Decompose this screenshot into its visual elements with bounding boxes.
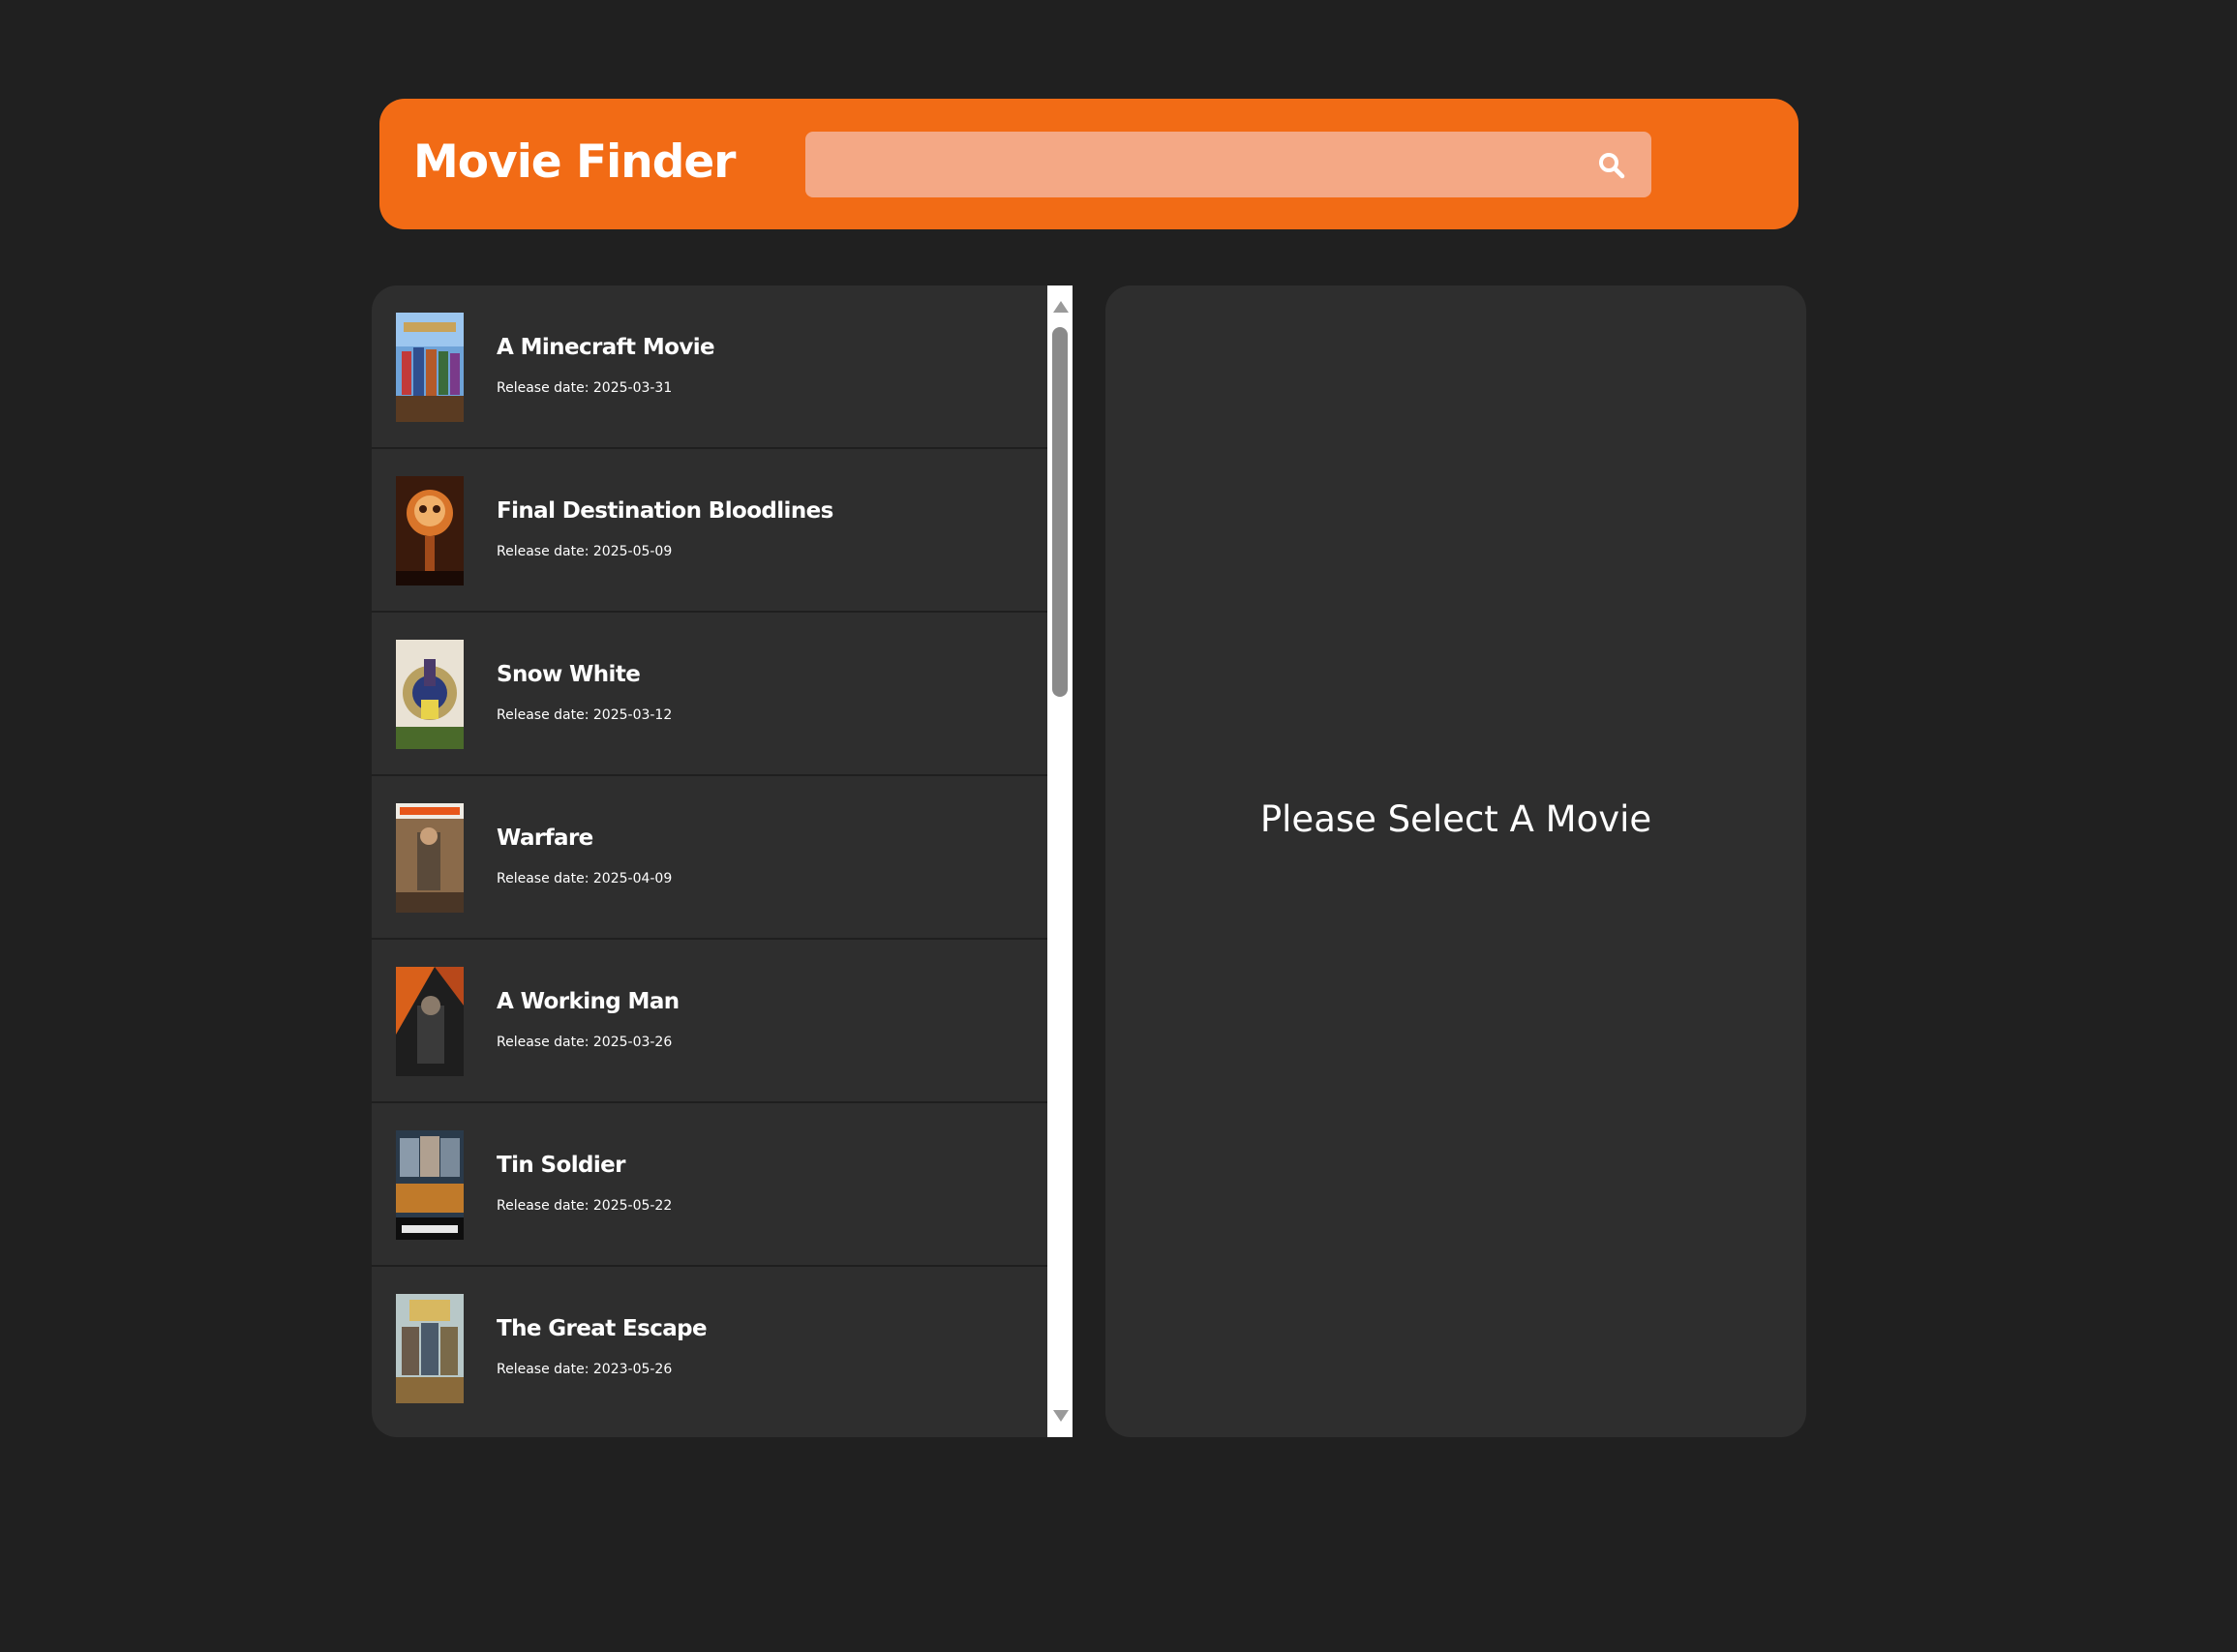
search-input[interactable] (805, 132, 1570, 197)
movie-item[interactable]: Warfare Release date: 2025-04-09 (372, 776, 1047, 940)
movie-title: Snow White (497, 662, 641, 687)
movie-poster (396, 1294, 464, 1403)
movie-poster (396, 476, 464, 586)
scrollbar-thumb[interactable] (1052, 327, 1068, 697)
movie-poster (396, 803, 464, 913)
search-box[interactable] (805, 132, 1651, 197)
movie-list-panel: A Minecraft Movie Release date: 2025-03-… (372, 285, 1073, 1437)
movie-title: Final Destination Bloodlines (497, 498, 833, 524)
movie-release-date: Release date: 2025-05-09 (497, 544, 673, 559)
movie-title: A Minecraft Movie (497, 335, 715, 360)
movie-release-date: Release date: 2025-03-26 (497, 1035, 673, 1050)
movie-detail-panel: Please Select A Movie (1105, 285, 1806, 1437)
movie-title: Tin Soldier (497, 1153, 626, 1178)
movie-item[interactable]: A Working Man Release date: 2025-03-26 (372, 940, 1047, 1103)
detail-placeholder-text: Please Select A Movie (1259, 798, 1652, 840)
movie-item[interactable]: The Great Escape Release date: 2023-05-2… (372, 1267, 1047, 1430)
movie-poster (396, 640, 464, 749)
app-title: Movie Finder (413, 135, 736, 189)
movie-release-date: Release date: 2025-03-31 (497, 380, 673, 396)
movie-release-date: Release date: 2025-05-22 (497, 1198, 673, 1214)
movie-title: Warfare (497, 826, 593, 851)
list-scrollbar[interactable] (1047, 285, 1073, 1437)
movie-title: A Working Man (497, 989, 680, 1014)
movie-poster (396, 967, 464, 1076)
header-bar: Movie Finder (379, 99, 1799, 229)
app-root: Movie Finder A Minecraft Movie Release d… (0, 0, 2237, 1652)
movie-item[interactable]: A Minecraft Movie Release date: 2025-03-… (372, 285, 1047, 449)
movie-list[interactable]: A Minecraft Movie Release date: 2025-03-… (372, 285, 1047, 1437)
movie-item[interactable]: Tin Soldier Release date: 2025-05-22 (372, 1103, 1047, 1267)
movie-release-date: Release date: 2025-03-12 (497, 707, 673, 723)
scroll-up-arrow-icon[interactable] (1053, 301, 1069, 313)
movie-poster (396, 1130, 464, 1240)
search-icon[interactable] (1597, 151, 1626, 180)
movie-item[interactable]: Snow White Release date: 2025-03-12 (372, 613, 1047, 776)
movie-poster (396, 313, 464, 422)
movie-release-date: Release date: 2023-05-26 (497, 1362, 673, 1377)
movie-title: The Great Escape (497, 1316, 708, 1341)
movie-release-date: Release date: 2025-04-09 (497, 871, 673, 886)
movie-item[interactable]: Final Destination Bloodlines Release dat… (372, 449, 1047, 613)
scroll-down-arrow-icon[interactable] (1053, 1410, 1069, 1422)
